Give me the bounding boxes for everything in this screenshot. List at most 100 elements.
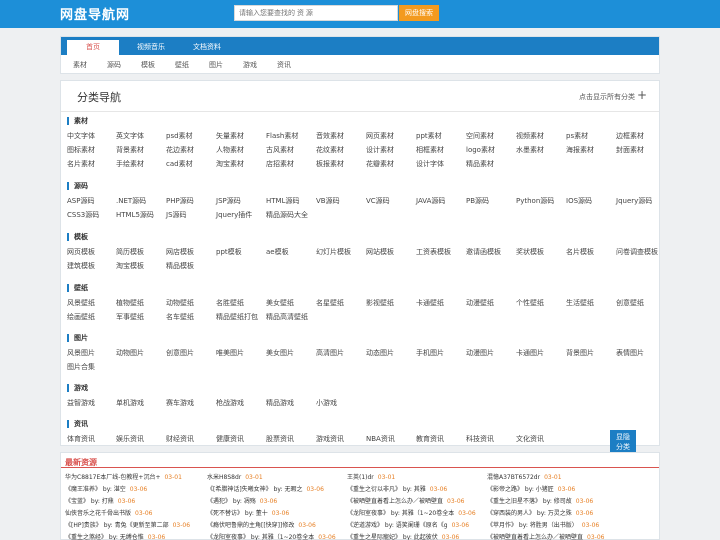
category-link[interactable]: 卡通图片 (516, 348, 544, 358)
category-link[interactable]: 奖状模板 (516, 247, 544, 257)
recent-item[interactable]: 《被晒壁直着看上怎么办／被晒壁直 03-06 (487, 532, 604, 540)
category-link[interactable]: 背景图片 (566, 348, 594, 358)
category-link[interactable]: HTML源码 (266, 196, 299, 206)
recent-item[interactable]: 《宝蓝》 by: 打鼎 03-06 (65, 496, 135, 505)
category-link[interactable]: 精品高清壁纸 (266, 312, 308, 322)
search-button[interactable]: 网盘搜索 (399, 5, 439, 21)
category-link[interactable]: 淘宝模板 (116, 261, 144, 271)
category-link[interactable]: 图片合集 (67, 362, 95, 372)
recent-item[interactable]: 《重生之旧星不落》 by: 修司故 03-06 (487, 496, 593, 505)
category-link[interactable]: 音效素材 (316, 131, 344, 141)
recent-item[interactable]: 《重生之衍以非凡》 by: 其雅 03-06 (347, 484, 447, 493)
recent-item[interactable]: 《龙阳室夜事》 by: 其雅（1~20卷全本 03-06 (347, 508, 476, 517)
subnav-news[interactable]: 资讯 (277, 60, 291, 70)
category-link[interactable]: 影视壁纸 (366, 298, 394, 308)
tab-home[interactable]: 首页 (67, 40, 119, 55)
category-link[interactable]: 相框素材 (416, 145, 444, 155)
category-link[interactable]: 体育资讯 (67, 434, 95, 444)
category-link[interactable]: ASP源码 (67, 196, 94, 206)
category-link[interactable]: 单机游戏 (116, 398, 144, 408)
category-link[interactable]: 动漫壁纸 (466, 298, 494, 308)
category-link[interactable]: 创意壁纸 (616, 298, 644, 308)
category-link[interactable]: 工资表模板 (416, 247, 451, 257)
recent-item[interactable]: 仙侠音乐之花千骨出书版 03-06 (65, 508, 152, 517)
category-link[interactable]: 精品素材 (466, 159, 494, 169)
category-link[interactable]: 精品游戏 (266, 398, 294, 408)
category-link[interactable]: 封面素材 (616, 145, 644, 155)
category-link[interactable]: 店招素材 (266, 159, 294, 169)
category-link[interactable]: 英文字体 (116, 131, 144, 141)
recent-item[interactable]: 《[希腊神话]失曦女神》 by: 无暇之 03-06 (207, 484, 324, 493)
category-link[interactable]: NBA资讯 (366, 434, 395, 444)
category-link[interactable]: 动物图片 (116, 348, 144, 358)
category-link[interactable]: 名片素材 (67, 159, 95, 169)
category-link[interactable]: 花瓣素材 (366, 159, 394, 169)
category-link[interactable]: Jquery源码 (616, 196, 652, 206)
recent-item[interactable]: 《魔王准养》 by: 湛空 03-06 (65, 484, 147, 493)
category-link[interactable]: cad素材 (166, 159, 193, 169)
category-link[interactable]: 军事壁纸 (116, 312, 144, 322)
category-link[interactable]: 个性壁纸 (516, 298, 544, 308)
category-link[interactable]: JAVA源码 (416, 196, 445, 206)
category-link[interactable]: 视频素材 (516, 131, 544, 141)
category-link[interactable]: JSP源码 (216, 196, 241, 206)
category-link[interactable]: ps素材 (566, 131, 588, 141)
category-link[interactable]: 设计素材 (366, 145, 394, 155)
category-link[interactable]: 图标素材 (67, 145, 95, 155)
category-link[interactable]: ae模板 (266, 247, 289, 257)
category-link[interactable]: 网页素材 (366, 131, 394, 141)
category-link[interactable]: 文化资讯 (516, 434, 544, 444)
category-link[interactable]: 建筑模板 (67, 261, 95, 271)
category-link[interactable]: 财经资讯 (166, 434, 194, 444)
category-link[interactable]: Python源码 (516, 196, 554, 206)
category-link[interactable]: 风景壁纸 (67, 298, 95, 308)
category-link[interactable]: 唯美图片 (216, 348, 244, 358)
category-link[interactable]: VC源码 (366, 196, 390, 206)
category-link[interactable]: 网店模板 (166, 247, 194, 257)
category-link[interactable]: 问卷调查模板 (616, 247, 658, 257)
category-link[interactable]: Jquery插件 (216, 210, 252, 220)
tab-documents[interactable]: 文档资料 (181, 40, 233, 55)
category-link[interactable]: HTML5源码 (116, 210, 154, 220)
category-link[interactable]: 动态图片 (366, 348, 394, 358)
category-link[interactable]: 娱乐资讯 (116, 434, 144, 444)
category-link[interactable]: 名胜壁纸 (216, 298, 244, 308)
category-link[interactable]: 教育资讯 (416, 434, 444, 444)
recent-item[interactable]: 混憶A37BT6572dr 03-01 (487, 472, 562, 481)
category-link[interactable]: 淘宝素材 (216, 159, 244, 169)
category-link[interactable]: 海报素材 (566, 145, 594, 155)
recent-item[interactable]: 《重生之煞经》 by: 无缚仓惟 03-06 (65, 532, 165, 540)
category-link[interactable]: 植物壁纸 (116, 298, 144, 308)
search-input[interactable] (234, 5, 398, 21)
category-link[interactable]: 小游戏 (316, 398, 337, 408)
category-link[interactable]: 风景图片 (67, 348, 95, 358)
category-link[interactable]: PHP源码 (166, 196, 194, 206)
recent-item[interactable]: 《重生之星际寵妃》 by: 此起彼伏 03-06 (347, 532, 459, 540)
category-link[interactable]: 创意图片 (166, 348, 194, 358)
category-link[interactable]: 花边素材 (166, 145, 194, 155)
tab-video-music[interactable]: 视频音乐 (125, 40, 177, 55)
subnav-template[interactable]: 模板 (141, 60, 155, 70)
category-link[interactable]: 幻灯片模板 (316, 247, 351, 257)
category-link[interactable]: 矢量素材 (216, 131, 244, 141)
recent-item[interactable]: 《逆道游戏》 by: 语笑阑珊《原名《g 03-06 (347, 520, 469, 529)
category-link[interactable]: 名车壁纸 (166, 312, 194, 322)
category-link[interactable]: 动物壁纸 (166, 298, 194, 308)
category-link[interactable]: 枪战游戏 (216, 398, 244, 408)
category-link[interactable]: 名星壁纸 (316, 298, 344, 308)
category-link[interactable]: 健康资讯 (216, 434, 244, 444)
subnav-image[interactable]: 图片 (209, 60, 223, 70)
category-link[interactable]: 精品壁纸打包 (216, 312, 258, 322)
recent-item[interactable]: 《遇犯》 by: 凋殇 03-06 (207, 496, 277, 505)
category-link[interactable]: ppt模板 (216, 247, 242, 257)
category-link[interactable]: 美女壁纸 (266, 298, 294, 308)
category-link[interactable]: Flash素材 (266, 131, 298, 141)
category-link[interactable]: 精品源码大全 (266, 210, 308, 220)
subnav-material[interactable]: 素材 (73, 60, 87, 70)
category-link[interactable]: 人物素材 (216, 145, 244, 155)
category-link[interactable]: 中文字体 (67, 131, 95, 141)
category-link[interactable]: 古风素材 (266, 145, 294, 155)
category-link[interactable]: 精品模板 (166, 261, 194, 271)
category-link[interactable]: 美女图片 (266, 348, 294, 358)
expand-all-link[interactable]: 点击显示所有分类 (579, 92, 635, 102)
